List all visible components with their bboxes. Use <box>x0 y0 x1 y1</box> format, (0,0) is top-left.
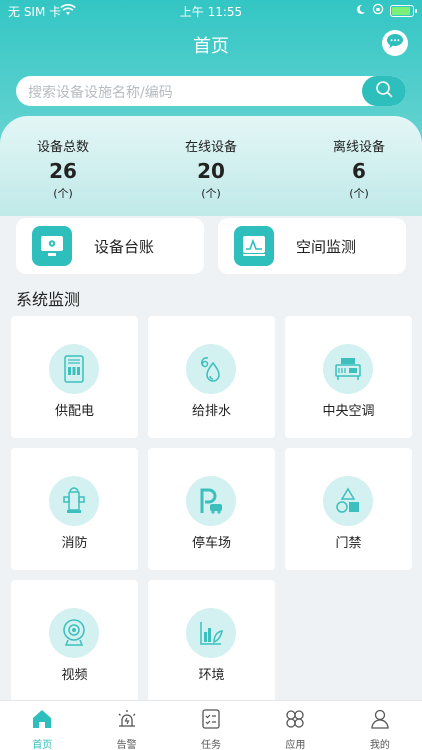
shapes-icon <box>323 476 373 526</box>
fire-hydrant-icon <box>49 476 99 526</box>
stat-value: 20 <box>197 159 225 183</box>
monitor-gear-icon <box>32 226 72 266</box>
device-stats-panel: 设备总数 26 (个) 在线设备 20 (个) 离线设备 6 (个) <box>0 116 422 216</box>
tab-home[interactable]: 首页 <box>0 701 84 750</box>
tile-label: 消防 <box>61 536 88 551</box>
tile-label: 停车场 <box>191 536 231 551</box>
hvac-unit-icon <box>323 344 373 394</box>
tile-label: 门禁 <box>335 536 362 551</box>
tile-environment[interactable]: 环境 <box>148 580 275 702</box>
tile-water-supply[interactable]: 给排水 <box>148 316 275 438</box>
page-title: 首页 <box>193 36 229 57</box>
waveform-chart-icon <box>234 226 274 266</box>
chat-bubble-icon <box>386 33 404 53</box>
water-drop-icon <box>186 344 236 394</box>
stat-value: 26 <box>49 159 77 183</box>
stat-value: 6 <box>352 159 366 183</box>
tile-central-ac[interactable]: 中央空调 <box>285 316 412 438</box>
bottom-tab-bar: 首页 告警 任务 应用 我的 <box>0 700 422 750</box>
search-placeholder: 搜索设备设施名称/编码 <box>28 85 173 101</box>
moon-icon <box>355 4 366 18</box>
tab-apps[interactable]: 应用 <box>253 701 337 750</box>
search-button[interactable] <box>362 76 406 106</box>
stat-unit: (个) <box>53 187 73 200</box>
search-input[interactable]: 搜索设备设施名称/编码 <box>16 76 406 106</box>
home-icon <box>31 708 53 734</box>
stat-online-devices[interactable]: 在线设备 20 (个) <box>151 136 271 201</box>
tile-fire-protection[interactable]: 消防 <box>11 448 138 570</box>
tab-profile[interactable]: 我的 <box>338 701 422 750</box>
section-title: 系统监测 <box>16 290 81 309</box>
quick-action-label: 设备台账 <box>94 237 155 256</box>
tab-label: 我的 <box>369 740 390 750</box>
power-cabinet-icon <box>49 344 99 394</box>
stat-unit: (个) <box>201 187 221 200</box>
tile-power-supply[interactable]: 供配电 <box>11 316 138 438</box>
device-ledger-button[interactable]: 设备台账 <box>16 218 204 274</box>
tile-parking[interactable]: 停车场 <box>148 448 275 570</box>
tab-tasks[interactable]: 任务 <box>169 701 253 750</box>
tile-label: 给排水 <box>191 404 231 419</box>
user-icon <box>369 708 391 734</box>
tile-video[interactable]: 视频 <box>11 580 138 702</box>
tile-label: 供配电 <box>54 404 94 419</box>
message-button[interactable] <box>382 30 408 56</box>
space-monitor-button[interactable]: 空间监测 <box>218 218 406 274</box>
tile-label: 中央空调 <box>322 404 375 419</box>
plant-chart-icon <box>186 608 236 658</box>
search-icon <box>375 80 393 102</box>
stat-label: 在线设备 <box>184 140 237 155</box>
parking-car-icon <box>186 476 236 526</box>
alarm-light-icon <box>116 708 138 734</box>
stat-offline-devices[interactable]: 离线设备 6 (个) <box>299 136 419 201</box>
stat-unit: (个) <box>349 187 369 200</box>
tab-label: 告警 <box>116 740 137 750</box>
stat-label: 离线设备 <box>332 140 385 155</box>
camera-icon <box>49 608 99 658</box>
task-list-icon <box>200 708 222 734</box>
status-bar: 无 SIM 卡 上午 11:55 <box>0 0 422 22</box>
tile-access-control[interactable]: 门禁 <box>285 448 412 570</box>
stat-label: 设备总数 <box>36 140 89 155</box>
apps-icon <box>284 708 306 734</box>
quick-action-label: 空间监测 <box>296 237 357 256</box>
tab-alarm[interactable]: 告警 <box>84 701 168 750</box>
tile-label: 视频 <box>61 668 88 683</box>
tab-label: 首页 <box>32 740 53 750</box>
tab-label: 应用 <box>285 740 306 750</box>
stat-total-devices[interactable]: 设备总数 26 (个) <box>3 136 123 201</box>
battery-icon <box>390 4 417 17</box>
tab-label: 任务 <box>201 740 222 750</box>
rotation-lock-icon <box>372 3 384 18</box>
tile-label: 环境 <box>198 668 225 683</box>
